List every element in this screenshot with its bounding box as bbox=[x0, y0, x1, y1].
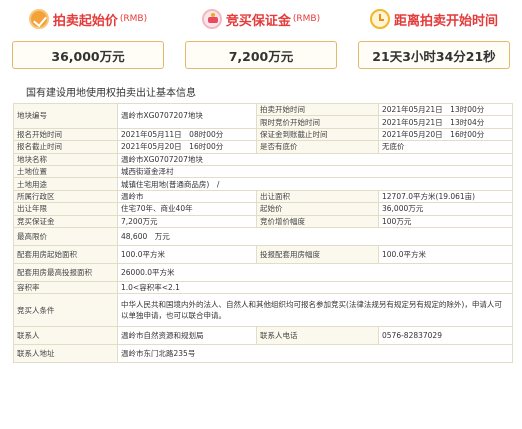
row-label: 最高限价 bbox=[13, 226, 118, 246]
row-value: 36,000万元 bbox=[378, 202, 513, 216]
countdown-value: 21天3小时34分21秒 bbox=[358, 41, 510, 69]
row-value: 2021年05月20日 16时00分 bbox=[117, 140, 257, 154]
row-value: 中华人民共和国境内外的法人、自然人和其他组织均可报名参加竞买(法律法规另有规定另… bbox=[117, 293, 513, 328]
money-bag-icon bbox=[201, 9, 222, 29]
start-price-currency: (RMB) bbox=[119, 14, 148, 24]
row-label: 是否有底价 bbox=[256, 140, 379, 154]
table-row: 报名开始时间 2021年05月11日 08时00分 保证金到账截止时间 2021… bbox=[13, 127, 513, 142]
row-value: 100.0平方米 bbox=[378, 244, 513, 264]
countdown-card: 距离拍卖开始时间 21天3小时34分21秒 bbox=[350, 0, 518, 76]
row-value: 无底价 bbox=[378, 140, 513, 154]
row-value: 城西街道金泽村 bbox=[117, 164, 513, 179]
row-value: 城镇住宅用地(普通商品房) / bbox=[117, 177, 513, 191]
alarm-clock-icon bbox=[369, 9, 390, 29]
deposit-card: 竞买保证金 (RMB) 7,200万元 bbox=[177, 0, 345, 76]
table-row: 配套用房起始面积 100.0平方米 投报配套用房幅度 100.0平方米 bbox=[13, 244, 513, 264]
row-label: 拍卖开始时间 bbox=[256, 102, 379, 117]
info-title-text: 国有建设用地使用权拍卖出让基本信息 bbox=[26, 88, 196, 99]
row-label: 容积率 bbox=[13, 280, 118, 295]
row-value: 100万元 bbox=[378, 214, 513, 228]
row-value: 2021年05月20日 16时00分 bbox=[378, 127, 513, 142]
table-row: 地块名称 温岭市XG0707207地块 bbox=[13, 152, 513, 166]
row-value: 2021年05月11日 08时00分 bbox=[117, 127, 257, 142]
table-row: 竞买保证金 7,200万元 竞价增价幅度 100万元 bbox=[13, 214, 513, 228]
row-label: 配套用房起始面积 bbox=[13, 244, 118, 264]
table-row: 所属行政区 温岭市 出让面积 12707.0平方米(19.061亩) bbox=[13, 189, 513, 204]
row-value: 温岭市 bbox=[117, 189, 257, 204]
row-value: 12707.0平方米(19.061亩) bbox=[378, 189, 513, 204]
row-value: 26000.0平方米 bbox=[117, 262, 513, 282]
land-info-table: 地块编号 温岭市XG0707207地块 拍卖开始时间 2021年05月21日 1… bbox=[13, 102, 513, 364]
row-label: 出让年限 bbox=[13, 202, 118, 216]
start-price-card: 拍卖起始价 (RMB) 36,000万元 bbox=[4, 0, 172, 76]
row-label: 联系人 bbox=[13, 326, 118, 346]
row-label: 土地用途 bbox=[13, 177, 118, 191]
table-row: 容积率 1.0<容积率<2.1 bbox=[13, 280, 513, 295]
row-value: 2021年05月21日 13时04分 bbox=[378, 115, 513, 129]
table-row: 土地位置 城西街道金泽村 bbox=[13, 164, 513, 179]
row-label: 地块编号 bbox=[13, 103, 118, 129]
table-row: 配套用房最高投报面积 26000.0平方米 bbox=[13, 262, 513, 282]
start-price-title: 拍卖起始价 bbox=[52, 13, 118, 29]
start-price-header: 拍卖起始价 (RMB) bbox=[4, 8, 172, 30]
row-value: 1.0<容积率<2.1 bbox=[117, 280, 513, 295]
row-label: 土地位置 bbox=[13, 164, 118, 179]
deposit-header: 竞买保证金 (RMB) bbox=[177, 8, 345, 30]
row-label: 投报配套用房幅度 bbox=[256, 244, 379, 264]
row-label: 竞买保证金 bbox=[13, 214, 118, 228]
table-row: 竞买人条件 中华人民共和国境内外的法人、自然人和其他组织均可报名参加竞买(法律法… bbox=[13, 293, 513, 328]
table-row: 土地用途 城镇住宅用地(普通商品房) / bbox=[13, 177, 513, 191]
row-label: 竞买人条件 bbox=[13, 293, 118, 328]
countdown-title: 距离拍卖开始时间 bbox=[393, 13, 498, 29]
row-label: 保证金到账截止时间 bbox=[256, 127, 379, 142]
row-label: 联系人地址 bbox=[13, 344, 118, 364]
info-section-title: 国有建设用地使用权拍卖出让基本信息 bbox=[22, 84, 200, 99]
row-value: 7,200万元 bbox=[117, 214, 257, 228]
row-value: 2021年05月21日 13时00分 bbox=[378, 102, 513, 117]
countdown-header: 距离拍卖开始时间 bbox=[350, 8, 518, 30]
deposit-currency: (RMB) bbox=[292, 14, 321, 24]
row-label: 所属行政区 bbox=[13, 189, 118, 204]
table-row: 联系人地址 温岭市东门北路235号 bbox=[13, 344, 513, 364]
row-label: 联系人电话 bbox=[256, 326, 379, 346]
row-value: 0576-82837029 bbox=[378, 326, 513, 346]
row-value: 温岭市XG0707207地块 bbox=[117, 152, 513, 166]
table-row: 最高限价 48,600 万元 bbox=[13, 226, 513, 246]
table-row: 报名截止时间 2021年05月20日 16时00分 是否有底价 无底价 bbox=[13, 140, 513, 154]
row-label: 出让面积 bbox=[256, 189, 379, 204]
row-value: 住宅70年、商业40年 bbox=[117, 202, 257, 216]
row-label: 竞价增价幅度 bbox=[256, 214, 379, 228]
summary-cards: 拍卖起始价 (RMB) 36,000万元 竞买保证金 (RMB) 7,200万元… bbox=[0, 0, 522, 76]
table-row: 地块编号 温岭市XG0707207地块 拍卖开始时间 2021年05月21日 1… bbox=[13, 102, 513, 129]
deposit-title: 竞买保证金 bbox=[225, 13, 291, 29]
row-label: 报名开始时间 bbox=[13, 127, 118, 142]
row-label: 限时竞价开始时间 bbox=[256, 115, 379, 129]
row-value: 温岭市XG0707207地块 bbox=[117, 103, 257, 129]
table-row: 联系人 温岭市自然资源和规划局 联系人电话 0576-82837029 bbox=[13, 326, 513, 346]
row-value: 温岭市东门北路235号 bbox=[117, 344, 513, 364]
row-label: 地块名称 bbox=[13, 152, 118, 166]
row-value: 100.0平方米 bbox=[117, 244, 257, 264]
row-label: 报名截止时间 bbox=[13, 140, 118, 154]
start-price-value: 36,000万元 bbox=[12, 41, 164, 69]
row-value: 温岭市自然资源和规划局 bbox=[117, 326, 257, 346]
row-value: 48,600 万元 bbox=[117, 226, 513, 246]
price-tag-icon bbox=[28, 9, 49, 29]
deposit-value: 7,200万元 bbox=[185, 41, 337, 69]
table-row: 出让年限 住宅70年、商业40年 起始价 36,000万元 bbox=[13, 202, 513, 216]
row-label: 起始价 bbox=[256, 202, 379, 216]
row-label: 配套用房最高投报面积 bbox=[13, 262, 118, 282]
